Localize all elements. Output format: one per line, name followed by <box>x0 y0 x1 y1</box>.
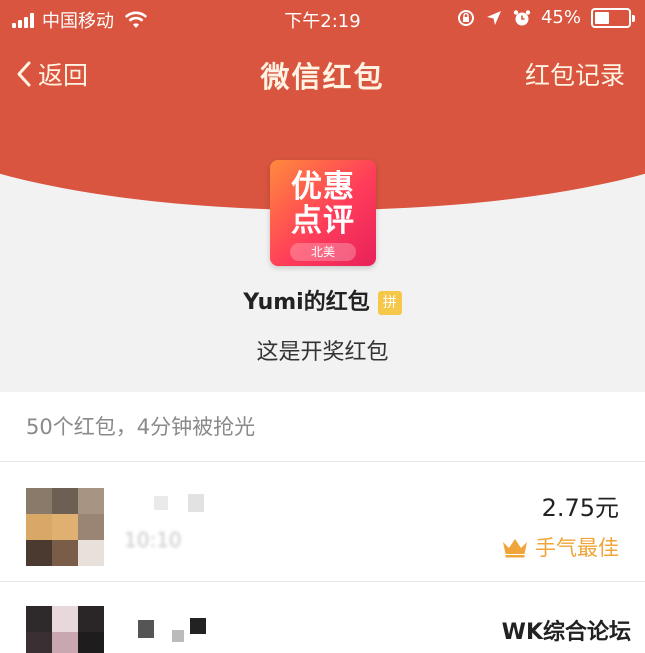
blurred-name <box>124 492 224 516</box>
chevron-left-icon <box>17 61 31 87</box>
battery-fill <box>595 11 610 24</box>
greeting-text: 这是开奖红包 <box>256 340 389 365</box>
avatar <box>26 606 104 653</box>
best-luck-text: 手气最佳 <box>535 536 619 560</box>
sender-line: Yumi的红包拼 <box>0 284 645 316</box>
alarm-icon <box>513 9 531 25</box>
battery-percent: 45% <box>540 7 581 28</box>
crown-icon <box>503 539 527 558</box>
battery-icon <box>591 7 635 28</box>
back-label: 返回 <box>38 61 89 90</box>
logo-subtitle: 北美 <box>290 243 356 261</box>
group-badge: 拼 <box>377 291 402 315</box>
sender-name: Yumi的红包 <box>243 290 370 315</box>
back-button[interactable]: 返回 <box>16 56 88 92</box>
blurred-name <box>124 616 224 642</box>
avatar <box>26 488 104 566</box>
list-item[interactable]: 10:10 2.75元 手气最佳 <box>0 462 645 582</box>
summary-text: 50个红包，4分钟被抢光 <box>0 392 645 462</box>
logo-text-line-1: 优惠 <box>291 169 355 205</box>
status-right: 45% <box>457 7 635 28</box>
best-luck-label: 手气最佳 <box>501 532 619 562</box>
entry-amount: 2.75元 <box>541 494 619 522</box>
status-bar: 中国移动 下午2:19 45% <box>0 0 645 36</box>
watermark: WK综合论坛 <box>501 620 631 645</box>
red-packet-detail-screen: 中国移动 下午2:19 45% 返回 微信红包 红包记录 优惠 点评 北美 Yu… <box>0 0 645 653</box>
entry-time: 10:10 <box>124 528 182 552</box>
rotation-lock-icon <box>457 9 474 26</box>
battery-cap <box>632 14 635 22</box>
records-link[interactable]: 红包记录 <box>525 56 625 92</box>
sender-logo: 优惠 点评 北美 <box>270 160 376 266</box>
location-arrow-icon <box>486 10 501 25</box>
nav-bar: 返回 微信红包 红包记录 <box>0 48 645 98</box>
logo-text-line-2: 点评 <box>291 203 355 239</box>
